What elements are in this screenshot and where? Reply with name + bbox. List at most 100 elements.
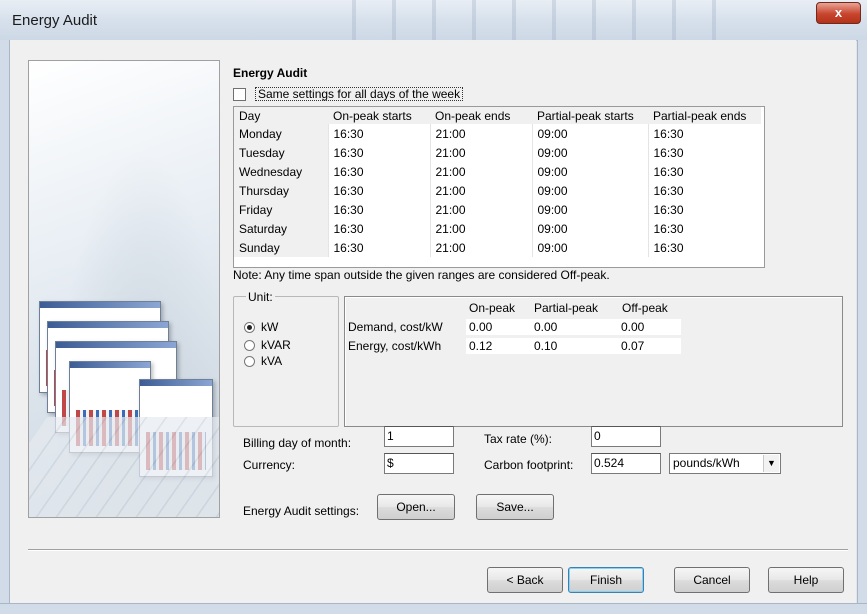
billing-day-label: Billing day of month: — [243, 436, 352, 450]
schedule-time-cell[interactable]: 16:30 — [327, 143, 430, 162]
schedule-time-cell[interactable]: 09:00 — [531, 200, 648, 219]
peak-schedule-grid[interactable]: Day On-peak starts On-peak ends Partial-… — [233, 106, 765, 268]
schedule-time-cell[interactable]: 16:30 — [647, 238, 761, 257]
schedule-time-cell[interactable]: 16:30 — [327, 200, 430, 219]
same-settings-checkbox[interactable] — [233, 87, 246, 101]
tax-rate-label: Tax rate (%): — [484, 432, 553, 446]
radio-unselected-icon[interactable] — [244, 339, 255, 351]
schedule-row[interactable]: Tuesday 16:30 21:00 09:00 16:30 — [234, 143, 761, 162]
schedule-time-cell[interactable]: 21:00 — [429, 200, 532, 219]
schedule-day-cell: Thursday — [234, 181, 328, 200]
schedule-time-cell[interactable]: 16:30 — [647, 181, 761, 200]
schedule-header-day: Day — [234, 107, 328, 124]
schedule-time-cell[interactable]: 09:00 — [531, 143, 648, 162]
unit-radio-kw[interactable]: kW — [244, 320, 278, 334]
schedule-time-cell[interactable]: 16:30 — [647, 200, 761, 219]
schedule-day-cell: Saturday — [234, 219, 328, 238]
carbon-unit-value: pounds/kWh — [673, 456, 740, 470]
dialog-client-area: Energy Audit Same settings for all days … — [10, 40, 856, 603]
schedule-time-cell[interactable]: 09:00 — [531, 162, 648, 181]
radio-unselected-icon[interactable] — [244, 355, 255, 367]
keyboard-graphic — [29, 417, 219, 517]
save-settings-button[interactable]: Save... — [476, 494, 554, 520]
schedule-day-cell: Sunday — [234, 238, 328, 257]
schedule-time-cell[interactable]: 16:30 — [647, 219, 761, 238]
close-button[interactable]: x — [816, 2, 861, 24]
schedule-time-cell[interactable]: 16:30 — [647, 162, 761, 181]
schedule-time-cell[interactable]: 21:00 — [429, 181, 532, 200]
currency-input[interactable]: $ — [384, 453, 454, 474]
unit-radio-label: kW — [261, 320, 279, 334]
schedule-time-cell[interactable]: 16:30 — [327, 219, 430, 238]
schedule-day-cell: Monday — [234, 124, 328, 143]
footer-separator — [28, 549, 848, 551]
schedule-day-cell: Friday — [234, 200, 328, 219]
chevron-down-icon[interactable]: ▼ — [763, 455, 779, 472]
schedule-time-cell[interactable]: 21:00 — [429, 162, 532, 181]
demand-partialpeak-cell[interactable]: 0.00 — [531, 319, 618, 335]
unit-legend: Unit: — [246, 290, 275, 304]
schedule-day-cell: Wednesday — [234, 162, 328, 181]
schedule-time-cell[interactable]: 09:00 — [531, 124, 648, 143]
schedule-time-cell[interactable]: 21:00 — [429, 143, 532, 162]
window-frame-right — [857, 40, 867, 613]
schedule-time-cell[interactable]: 16:30 — [647, 124, 761, 143]
same-settings-label: Same settings for all days of the week — [255, 87, 464, 101]
cancel-button[interactable]: Cancel — [674, 567, 750, 593]
schedule-header-onpeak-end: On-peak ends — [430, 107, 532, 124]
energy-offpeak-cell[interactable]: 0.07 — [618, 338, 681, 354]
schedule-row[interactable]: Thursday 16:30 21:00 09:00 16:30 — [234, 181, 761, 200]
schedule-time-cell[interactable]: 16:30 — [647, 143, 761, 162]
carbon-footprint-input[interactable]: 0.524 — [591, 453, 661, 474]
schedule-row[interactable]: Sunday 16:30 21:00 09:00 16:30 — [234, 238, 761, 257]
window-frame-left — [0, 40, 10, 613]
energy-onpeak-cell[interactable]: 0.12 — [466, 338, 531, 354]
schedule-header-onpeak-start: On-peak starts — [328, 107, 430, 124]
back-button[interactable]: < Back — [487, 567, 563, 593]
schedule-header-row: Day On-peak starts On-peak ends Partial-… — [234, 107, 761, 124]
unit-radio-label: kVAR — [261, 338, 291, 352]
same-settings-checkbox-row[interactable]: Same settings for all days of the week — [233, 87, 464, 101]
schedule-row[interactable]: Friday 16:30 21:00 09:00 16:30 — [234, 200, 761, 219]
wizard-illustration — [28, 60, 220, 518]
close-icon: x — [834, 5, 843, 20]
schedule-time-cell[interactable]: 09:00 — [531, 238, 648, 257]
schedule-row[interactable]: Saturday 16:30 21:00 09:00 16:30 — [234, 219, 761, 238]
finish-button[interactable]: Finish — [568, 567, 644, 593]
schedule-header-partialpeak-end: Partial-peak ends — [648, 107, 761, 124]
demand-onpeak-cell[interactable]: 0.00 — [466, 319, 531, 335]
carbon-unit-dropdown[interactable]: pounds/kWh ▼ — [669, 453, 781, 474]
schedule-time-cell[interactable]: 21:00 — [429, 124, 532, 143]
currency-label: Currency: — [243, 458, 296, 472]
demand-offpeak-cell[interactable]: 0.00 — [618, 319, 681, 335]
cost-header-onpeak: On-peak — [469, 301, 516, 315]
schedule-time-cell[interactable]: 16:30 — [327, 181, 430, 200]
unit-radio-kvar[interactable]: kVAR — [244, 338, 291, 352]
schedule-time-cell[interactable]: 09:00 — [531, 181, 648, 200]
schedule-time-cell[interactable]: 16:30 — [327, 124, 430, 143]
radio-selected-icon[interactable] — [244, 321, 255, 333]
schedule-header-partialpeak-start: Partial-peak starts — [532, 107, 648, 124]
cost-table-panel — [344, 296, 843, 427]
cost-header-partialpeak: Partial-peak — [534, 301, 599, 315]
open-settings-button[interactable]: Open... — [377, 494, 455, 520]
unit-radio-kva[interactable]: kVA — [244, 354, 282, 368]
schedule-row[interactable]: Wednesday 16:30 21:00 09:00 16:30 — [234, 162, 761, 181]
billing-day-input[interactable]: 1 — [384, 426, 454, 447]
help-button[interactable]: Help — [768, 567, 844, 593]
unit-radio-label: kVA — [261, 354, 283, 368]
window-frame-bottom — [0, 603, 867, 614]
schedule-time-cell[interactable]: 21:00 — [429, 238, 532, 257]
energy-cost-label: Energy, cost/kWh — [348, 339, 442, 353]
cost-header-offpeak: Off-peak — [622, 301, 668, 315]
schedule-time-cell[interactable]: 21:00 — [429, 219, 532, 238]
title-bar: Energy Audit x — [0, 0, 867, 41]
schedule-day-cell: Tuesday — [234, 143, 328, 162]
schedule-time-cell[interactable]: 16:30 — [327, 162, 430, 181]
energy-partialpeak-cell[interactable]: 0.10 — [531, 338, 618, 354]
carbon-footprint-label: Carbon footprint: — [484, 458, 574, 472]
tax-rate-input[interactable]: 0 — [591, 426, 661, 447]
schedule-time-cell[interactable]: 16:30 — [327, 238, 430, 257]
schedule-time-cell[interactable]: 09:00 — [531, 219, 648, 238]
schedule-row[interactable]: Monday 16:30 21:00 09:00 16:30 — [234, 124, 761, 143]
